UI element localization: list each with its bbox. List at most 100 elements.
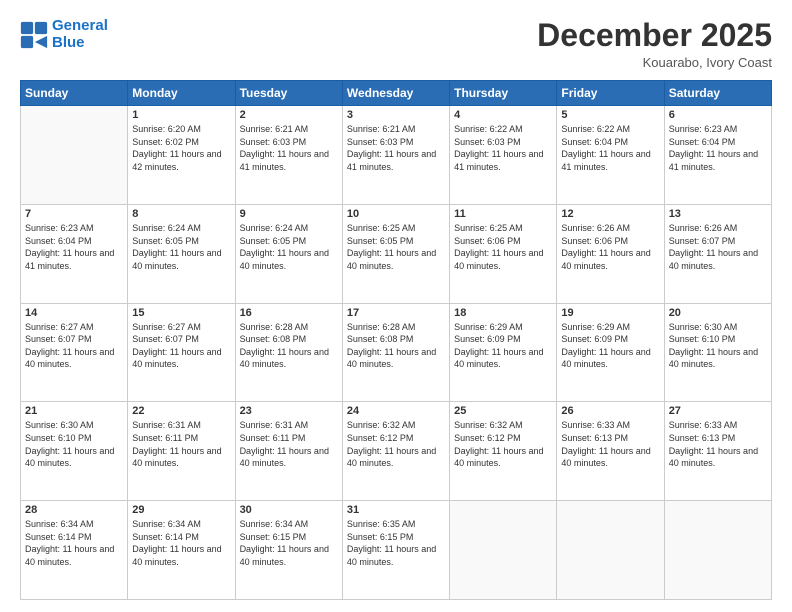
day-info: Sunrise: 6:33 AMSunset: 6:13 PMDaylight:… [561, 419, 659, 469]
sunrise: Sunrise: 6:25 AM [454, 223, 523, 233]
daylight: Daylight: 11 hours and 40 minutes. [454, 347, 543, 370]
logo-line2: Blue [52, 34, 85, 51]
sunrise: Sunrise: 6:34 AM [132, 519, 201, 529]
calendar-cell: 17Sunrise: 6:28 AMSunset: 6:08 PMDayligh… [342, 303, 449, 402]
day-number: 21 [25, 405, 123, 417]
day-info: Sunrise: 6:23 AMSunset: 6:04 PMDaylight:… [669, 123, 767, 173]
calendar-cell [664, 501, 771, 600]
daylight: Daylight: 11 hours and 42 minutes. [132, 149, 221, 172]
sunrise: Sunrise: 6:27 AM [25, 322, 94, 332]
day-number: 6 [669, 109, 767, 121]
day-info: Sunrise: 6:35 AMSunset: 6:15 PMDaylight:… [347, 518, 445, 568]
sunset: Sunset: 6:08 PM [240, 334, 307, 344]
day-info: Sunrise: 6:34 AMSunset: 6:14 PMDaylight:… [132, 518, 230, 568]
daylight: Daylight: 11 hours and 40 minutes. [669, 347, 758, 370]
day-info: Sunrise: 6:25 AMSunset: 6:05 PMDaylight:… [347, 222, 445, 272]
sunrise: Sunrise: 6:25 AM [347, 223, 416, 233]
calendar-cell: 10 Sunrise: 6:25 AMSunset: 6:05 PMDayligh… [342, 204, 449, 303]
title-block: December 2025 Kouarabo, Ivory Coast [537, 18, 772, 70]
day-info: Sunrise: 6:20 AMSunset: 6:02 PMDaylight:… [132, 123, 230, 173]
day-number: 28 [25, 504, 123, 516]
sunset: Sunset: 6:03 PM [240, 137, 307, 147]
daylight: Daylight: 11 hours and 41 minutes. [347, 149, 436, 172]
day-info: Sunrise: 6:24 AMSunset: 6:05 PMDaylight:… [132, 222, 230, 272]
logo: General Blue [20, 18, 108, 51]
day-number: 14 [25, 307, 123, 319]
day-number: 20 [669, 307, 767, 319]
day-info: Sunrise: 6:28 AMSunset: 6:08 PMDaylight:… [240, 321, 338, 371]
calendar-cell: 13Sunrise: 6:26 AMSunset: 6:07 PMDayligh… [664, 204, 771, 303]
daylight: Daylight: 11 hours and 40 minutes. [561, 347, 650, 370]
day-number: 16 [240, 307, 338, 319]
daylight: Daylight: 11 hours and 40 minutes. [132, 544, 221, 567]
calendar-cell: 26 Sunrise: 6:33 AMSunset: 6:13 PMDayligh… [557, 402, 664, 501]
daylight: Daylight: 11 hours and 40 minutes. [347, 544, 436, 567]
weekday-header: Sunday [21, 81, 128, 106]
sunset: Sunset: 6:07 PM [25, 334, 92, 344]
day-info: Sunrise: 6:30 AMSunset: 6:10 PMDaylight:… [25, 419, 123, 469]
day-number: 12 [561, 208, 659, 220]
day-number: 24 [347, 405, 445, 417]
day-info: Sunrise: 6:24 AMSunset: 6:05 PMDaylight:… [240, 222, 338, 272]
month-title: December 2025 [537, 18, 772, 53]
calendar-cell: 22 Sunrise: 6:31 AMSunset: 6:11 PMDayligh… [128, 402, 235, 501]
day-number: 25 [454, 405, 552, 417]
day-info: Sunrise: 6:29 AM Sunset: 6:09 PM Daylight:… [454, 321, 552, 371]
weekday-header: Wednesday [342, 81, 449, 106]
calendar-cell: 9Sunrise: 6:24 AMSunset: 6:05 PMDaylight… [235, 204, 342, 303]
calendar-cell: 2Sunrise: 6:21 AMSunset: 6:03 PMDaylight… [235, 106, 342, 205]
day-info: Sunrise: 6:27 AMSunset: 6:07 PMDaylight:… [25, 321, 123, 371]
calendar-cell: 11Sunrise: 6:25 AMSunset: 6:06 PMDayligh… [450, 204, 557, 303]
sunrise: Sunrise: 6:29 AM [561, 322, 630, 332]
daylight: Daylight: 11 hours and 40 minutes. [132, 248, 221, 271]
day-number: 26 [561, 405, 659, 417]
day-number: 17 [347, 307, 445, 319]
sunset: Sunset: 6:02 PM [132, 137, 199, 147]
calendar-cell: 28Sunrise: 6:34 AMSunset: 6:14 PMDayligh… [21, 501, 128, 600]
daylight: Daylight: 11 hours and 41 minutes. [25, 248, 114, 271]
daylight: Daylight: 11 hours and 41 minutes. [240, 149, 329, 172]
day-info: Sunrise: 6:29 AMSunset: 6:09 PMDaylight:… [561, 321, 659, 371]
weekday-header: Monday [128, 81, 235, 106]
sunset: Sunset: 6:12 PM [454, 433, 521, 443]
sunrise: Sunrise: 6:35 AM [347, 519, 416, 529]
sunset: Sunset: 6:04 PM [561, 137, 628, 147]
day-number: 10 [347, 208, 445, 220]
daylight: Daylight: 11 hours and 40 minutes. [132, 347, 221, 370]
day-number: 22 [132, 405, 230, 417]
sunset: Sunset: 6:03 PM [454, 137, 521, 147]
logo-text: General Blue [52, 18, 108, 51]
sunrise: Sunrise: 6:22 AM [454, 124, 523, 134]
daylight: Daylight: 11 hours and 41 minutes. [454, 149, 543, 172]
sunset: Sunset: 6:11 PM [240, 433, 306, 443]
sunset: Sunset: 6:05 PM [132, 236, 199, 246]
day-info: Sunrise: 6:34 AMSunset: 6:15 PMDaylight:… [240, 518, 338, 568]
day-info: Sunrise: 6:31 AMSunset: 6:11 PMDaylight:… [132, 419, 230, 469]
sunrise: Sunrise: 6:26 AM [561, 223, 630, 233]
sunset: Sunset: 6:04 PM [669, 137, 736, 147]
sunset: Sunset: 6:09 PM [454, 334, 521, 344]
day-number: 18 [454, 307, 552, 319]
sunset: Sunset: 6:06 PM [454, 236, 521, 246]
day-number: 11 [454, 208, 552, 220]
sunset: Sunset: 6:12 PM [347, 433, 414, 443]
sunrise: Sunrise: 6:23 AM [25, 223, 94, 233]
day-number: 27 [669, 405, 767, 417]
sunrise: Sunrise: 6:28 AM [240, 322, 309, 332]
day-number: 1 [132, 109, 230, 121]
sunset: Sunset: 6:08 PM [347, 334, 414, 344]
sunrise: Sunrise: 6:24 AM [240, 223, 309, 233]
day-number: 15 [132, 307, 230, 319]
sunset: Sunset: 6:07 PM [669, 236, 736, 246]
calendar-cell [450, 501, 557, 600]
daylight: Daylight: 11 hours and 40 minutes. [240, 544, 329, 567]
calendar-cell: 20Sunrise: 6:30 AMSunset: 6:10 PMDayligh… [664, 303, 771, 402]
day-info: Sunrise: 6:27 AMSunset: 6:07 PMDaylight:… [132, 321, 230, 371]
daylight: Daylight: 11 hours and 40 minutes. [132, 446, 221, 469]
calendar-cell: 8Sunrise: 6:24 AMSunset: 6:05 PMDaylight… [128, 204, 235, 303]
sunrise: Sunrise: 6:29 AM [454, 322, 523, 332]
sunrise: Sunrise: 6:33 AM [669, 420, 738, 430]
sunset: Sunset: 6:13 PM [669, 433, 736, 443]
calendar-cell [557, 501, 664, 600]
daylight: Daylight: 11 hours and 40 minutes. [347, 446, 436, 469]
